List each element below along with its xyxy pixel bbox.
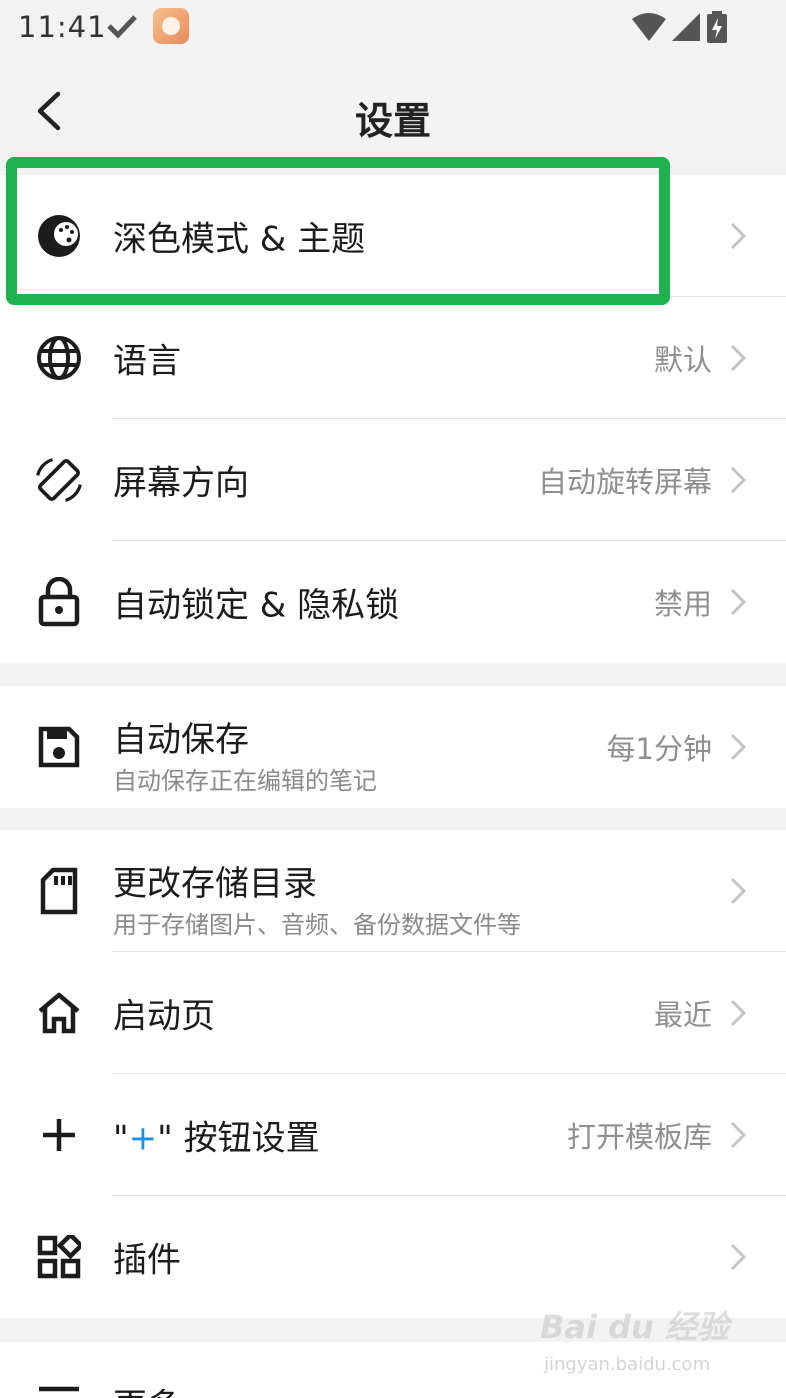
- watermark-text: Bai du 经验: [540, 1308, 729, 1346]
- status-bar: 11:41: [0, 0, 786, 56]
- setting-storage-directory[interactable]: 更改存储目录 用于存储图片、音频、备份数据文件等: [0, 830, 786, 952]
- system-icons: [632, 11, 728, 43]
- setting-label: 更多: [113, 1379, 181, 1398]
- home-icon: [34, 988, 84, 1038]
- setting-value: 打开模板库: [566, 1120, 712, 1154]
- sd-card-icon: [34, 866, 84, 916]
- setting-value: 禁用: [653, 587, 712, 621]
- chevron-right-icon: [730, 588, 747, 616]
- settings-group-display: 深色模式 & 主题 语言 默认 屏幕方向 自动旋转屏幕 自动锁定 & 隐私锁 禁…: [0, 175, 786, 663]
- chevron-right-icon: [730, 1243, 747, 1271]
- plus-icon: [34, 1110, 84, 1160]
- battery-icon: [707, 11, 727, 43]
- chevron-right-icon: [730, 877, 747, 905]
- setting-label: 更改存储目录: [113, 864, 317, 904]
- label-quote-close: ": [157, 1118, 173, 1159]
- setting-language[interactable]: 语言 默认: [0, 297, 786, 419]
- setting-label: 深色模式 & 主题: [113, 219, 366, 260]
- chevron-right-icon: [730, 222, 747, 250]
- setting-label: 插件: [113, 1240, 181, 1281]
- setting-subtitle: 用于存储图片、音频、备份数据文件等: [113, 911, 521, 939]
- menu-icon: [34, 1378, 84, 1398]
- setting-screen-orientation[interactable]: 屏幕方向 自动旋转屏幕: [0, 419, 786, 541]
- chevron-right-icon: [730, 733, 747, 761]
- chevron-right-icon: [730, 344, 747, 372]
- settings-group-general: 更改存储目录 用于存储图片、音频、备份数据文件等 启动页 最近 "+" 按钮设置…: [0, 830, 786, 1318]
- chevron-right-icon: [730, 466, 747, 494]
- label-plus-symbol: +: [128, 1118, 158, 1159]
- setting-label: 屏幕方向: [113, 463, 249, 504]
- setting-value: 自动旋转屏幕: [537, 465, 712, 499]
- lock-icon: [34, 577, 84, 627]
- app-notification-icon: [153, 8, 189, 44]
- screen-rotation-icon: [34, 455, 84, 505]
- setting-subtitle: 自动保存正在编辑的笔记: [113, 767, 377, 795]
- signal-icon: [672, 13, 700, 41]
- setting-startup-page[interactable]: 启动页 最近: [0, 952, 786, 1074]
- chevron-right-icon: [730, 1121, 747, 1149]
- palette-icon: [34, 211, 84, 261]
- setting-plus-button[interactable]: "+" 按钮设置 打开模板库: [0, 1074, 786, 1196]
- label-quote-open: ": [113, 1118, 129, 1159]
- setting-plugins[interactable]: 插件: [0, 1196, 786, 1318]
- widgets-icon: [34, 1232, 84, 1282]
- status-time: 11:41: [18, 10, 107, 44]
- chevron-right-icon: [730, 999, 747, 1027]
- setting-label: 自动锁定 & 隐私锁: [113, 585, 400, 626]
- save-icon: [34, 722, 84, 772]
- setting-auto-save[interactable]: 自动保存 自动保存正在编辑的笔记 每1分钟: [0, 686, 786, 808]
- watermark-logo: Bai du 经验 jingyan.baidu.com: [540, 1302, 740, 1382]
- settings-group-autosave: 自动保存 自动保存正在编辑的笔记 每1分钟: [0, 686, 786, 808]
- setting-dark-mode-theme[interactable]: 深色模式 & 主题: [0, 175, 786, 297]
- setting-label: 自动保存: [113, 720, 249, 760]
- watermark-url: jingyan.baidu.com: [544, 1354, 711, 1375]
- setting-value: 默认: [653, 343, 712, 377]
- wifi-icon: [632, 13, 666, 41]
- page-title: 设置: [354, 99, 431, 143]
- setting-auto-lock[interactable]: 自动锁定 & 隐私锁 禁用: [0, 541, 786, 663]
- setting-label: "+" 按钮设置: [113, 1111, 320, 1160]
- label-rest: 按钮设置: [172, 1118, 320, 1159]
- check-icon: [107, 15, 137, 39]
- setting-label: 语言: [113, 341, 181, 382]
- title-bar: 设置: [0, 56, 786, 174]
- setting-value: 最近: [653, 998, 712, 1032]
- setting-label: 启动页: [113, 996, 215, 1037]
- globe-icon: [34, 333, 84, 383]
- setting-value: 每1分钟: [606, 732, 712, 766]
